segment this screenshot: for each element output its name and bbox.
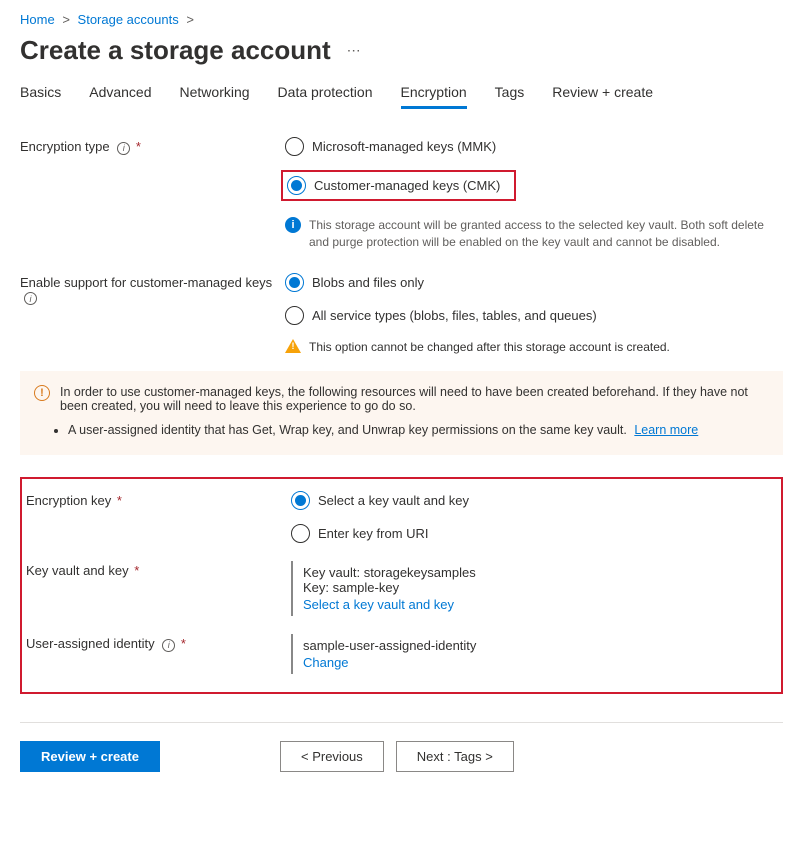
previous-button[interactable]: < Previous [280, 741, 384, 772]
radio-cmk-label: Customer-managed keys (CMK) [314, 178, 500, 193]
encryption-type-label: Encryption type [20, 139, 110, 154]
tab-basics[interactable]: Basics [20, 84, 61, 109]
learn-more-link[interactable]: Learn more [634, 423, 698, 437]
key-vault-value: Key vault: storagekeysamples [303, 565, 773, 580]
required-indicator: * [134, 563, 139, 578]
radio-select-kv-label: Select a key vault and key [318, 493, 469, 508]
tab-advanced[interactable]: Advanced [89, 84, 151, 109]
radio-all-services[interactable]: All service types (blobs, files, tables,… [285, 306, 783, 325]
notice-text: In order to use customer-managed keys, t… [60, 385, 763, 413]
required-indicator: * [117, 493, 122, 508]
breadcrumb-home[interactable]: Home [20, 12, 55, 27]
key-value: Key: sample-key [303, 580, 773, 595]
key-vault-label: Key vault and key [26, 563, 129, 578]
encryption-key-label: Encryption key [26, 493, 111, 508]
warning-icon [285, 339, 301, 353]
info-icon[interactable]: i [24, 292, 37, 305]
notice-bullet: A user-assigned identity that has Get, W… [68, 423, 627, 437]
next-button[interactable]: Next : Tags > [396, 741, 514, 772]
radio-all-services-label: All service types (blobs, files, tables,… [312, 308, 597, 323]
more-icon[interactable]: ⋯ [347, 42, 362, 59]
required-indicator: * [181, 636, 186, 651]
tab-networking[interactable]: Networking [180, 84, 250, 109]
chevron-right-icon: > [62, 12, 70, 27]
review-create-button[interactable]: Review + create [20, 741, 160, 772]
cmk-info-text: This storage account will be granted acc… [309, 217, 783, 251]
prerequisite-notice: ! In order to use customer-managed keys,… [20, 371, 783, 455]
tab-data-protection[interactable]: Data protection [278, 84, 373, 109]
page-title: Create a storage account [20, 35, 331, 66]
enable-support-label: Enable support for customer-managed keys [20, 275, 272, 290]
radio-blobs-files[interactable]: Blobs and files only [285, 273, 783, 292]
select-key-vault-link[interactable]: Select a key vault and key [303, 597, 773, 612]
tab-review[interactable]: Review + create [552, 84, 653, 109]
footer-separator [20, 722, 783, 723]
user-identity-label: User-assigned identity [26, 636, 155, 651]
required-indicator: * [136, 139, 141, 154]
info-icon[interactable]: i [117, 142, 130, 155]
tab-tags[interactable]: Tags [495, 84, 525, 109]
radio-cmk[interactable]: Customer-managed keys (CMK) [287, 176, 500, 195]
key-config-section: Encryption key * Select a key vault and … [20, 477, 783, 694]
radio-enter-uri-label: Enter key from URI [318, 526, 429, 541]
info-icon[interactable]: i [162, 639, 175, 652]
alert-icon: ! [34, 385, 50, 401]
breadcrumb: Home > Storage accounts > [20, 12, 783, 27]
radio-mmk-label: Microsoft-managed keys (MMK) [312, 139, 496, 154]
chevron-right-icon: > [186, 12, 194, 27]
breadcrumb-storage-accounts[interactable]: Storage accounts [78, 12, 179, 27]
user-identity-value: sample-user-assigned-identity [303, 638, 773, 653]
radio-mmk[interactable]: Microsoft-managed keys (MMK) [285, 137, 783, 156]
enable-support-warning: This option cannot be changed after this… [309, 339, 670, 356]
radio-blobs-files-label: Blobs and files only [312, 275, 424, 290]
tab-encryption[interactable]: Encryption [401, 84, 467, 109]
radio-select-kv[interactable]: Select a key vault and key [291, 491, 773, 510]
tab-bar: Basics Advanced Networking Data protecti… [20, 84, 783, 109]
radio-enter-uri[interactable]: Enter key from URI [291, 524, 773, 543]
info-icon: i [285, 217, 301, 233]
change-identity-link[interactable]: Change [303, 655, 773, 670]
